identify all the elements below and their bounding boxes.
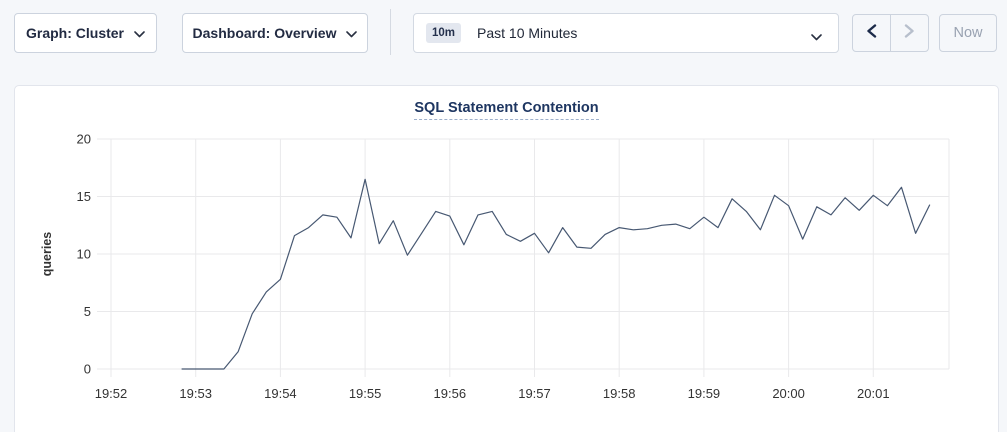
x-tick-label: 19:53 [179,386,212,401]
toolbar-divider [390,9,391,55]
x-tick-label: 19:59 [688,386,721,401]
x-tick-label: 19:54 [264,386,297,401]
time-range-selector[interactable]: 10m Past 10 Minutes [413,13,839,53]
graph-dropdown[interactable]: Graph: Cluster [14,13,157,53]
time-step-button-group [852,14,929,52]
x-tick-label: 19:58 [603,386,636,401]
chevron-down-icon [811,28,822,46]
y-tick-label: 0 [84,362,91,377]
y-tick-label: 20 [77,132,91,147]
time-range-label: Past 10 Minutes [477,25,577,41]
chart-card: SQL Statement Contention 0 5 10 15 20 19:52 19… [14,85,999,432]
now-button[interactable]: Now [939,14,997,52]
chart-title[interactable]: SQL Statement Contention [414,100,598,120]
chevron-down-icon [346,25,357,41]
x-tick-label: 19:55 [349,386,382,401]
x-tick-label: 20:00 [772,386,805,401]
dashboard-dropdown-label: Dashboard: Overview [193,25,337,41]
chart-title-wrap: SQL Statement Contention [15,99,998,120]
chevron-left-icon [866,24,877,43]
time-range-badge: 10m [426,23,461,43]
x-tick-label: 19:57 [518,386,551,401]
y-tick-label: 15 [77,189,91,204]
x-tick-label: 19:56 [434,386,467,401]
x-tick-label: 19:52 [95,386,128,401]
chart-line-queries [182,179,930,369]
y-tick-label: 5 [84,304,91,319]
sql-contention-chart: 0 5 10 15 20 19:52 19:53 19:54 19:55 19:56 19:57 19… [15,86,1000,426]
chevron-right-icon [904,24,915,43]
next-time-button[interactable] [891,15,928,51]
y-tick-label: 10 [77,247,91,262]
graph-dropdown-label: Graph: Cluster [26,25,124,41]
y-axis-label: queries [40,232,54,277]
previous-time-button[interactable] [853,15,891,51]
dashboard-dropdown[interactable]: Dashboard: Overview [182,13,368,53]
chevron-down-icon [134,25,145,41]
x-tick-label: 20:01 [857,386,890,401]
